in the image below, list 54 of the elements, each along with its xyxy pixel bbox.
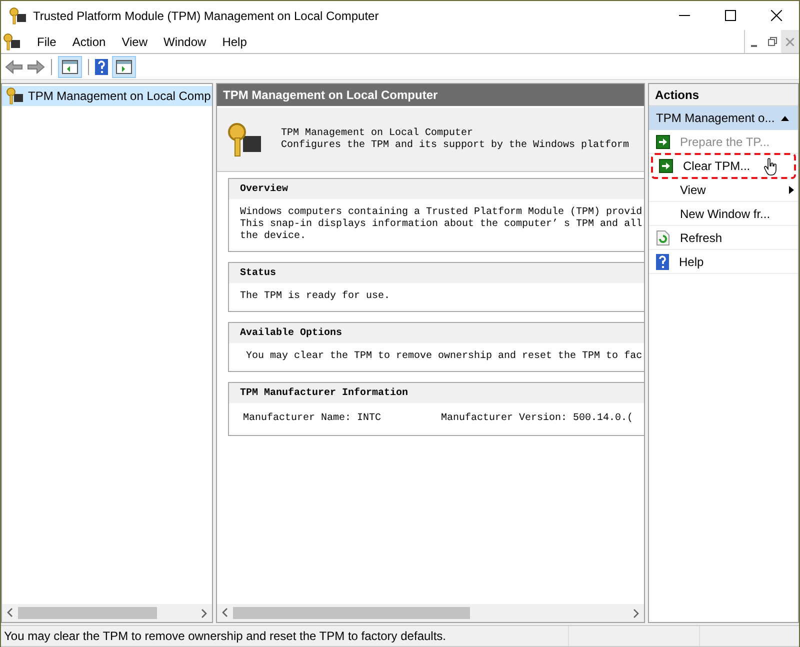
scroll-right-icon[interactable]: [201, 609, 207, 618]
show-tree-button[interactable]: [58, 56, 82, 78]
status-text: You may clear the TPM to remove ownership and reset the TPM to factory defaults.: [3, 628, 447, 645]
scroll-left-icon[interactable]: [7, 608, 13, 618]
arrow-square-icon: [656, 134, 670, 148]
collapse-icon[interactable]: [780, 116, 789, 120]
horizontal-scrollbar[interactable]: [2, 604, 212, 622]
section-text: Windows computers containing a Trusted Platform Module (TPM) provid: [240, 207, 644, 218]
menu-item[interactable]: Window: [156, 32, 214, 50]
key-chip-icon: [227, 122, 263, 158]
section-title: Status: [229, 263, 644, 283]
arrow-square-icon: [659, 158, 673, 172]
description-text: TPM Management on Local Computer: [281, 128, 474, 140]
section-text: the device.: [240, 231, 308, 243]
section-title: Available Options: [229, 323, 644, 343]
task-link[interactable]: Help: [649, 250, 798, 274]
scroll-left-icon[interactable]: [222, 608, 228, 618]
section-text: The TPM is ready for use.: [240, 291, 392, 303]
refresh-icon: [656, 230, 670, 246]
task-link[interactable]: Clear TPM...: [652, 154, 795, 178]
scroll-thumb[interactable]: [233, 607, 470, 619]
pane-icon: [116, 60, 132, 74]
menu-item[interactable]: View: [114, 32, 156, 50]
back-icon[interactable]: [5, 60, 23, 74]
help-icon[interactable]: [95, 58, 108, 74]
pane-header: TPM Management on Local Computer: [217, 84, 644, 106]
scroll-thumb[interactable]: [18, 607, 157, 619]
key-chip-icon: [6, 87, 24, 105]
task-link[interactable]: View: [649, 178, 798, 202]
tree-item[interactable]: TPM Management on Local Comp: [2, 86, 212, 106]
hand-cursor-icon: [764, 158, 778, 176]
forward-icon[interactable]: [27, 60, 45, 74]
section-title: Overview: [229, 179, 644, 199]
menu-app-icon: [3, 32, 21, 50]
menu-item[interactable]: Help: [214, 32, 255, 50]
task-link[interactable]: New Window fr...: [649, 202, 798, 226]
actions-title: Actions: [649, 84, 798, 106]
section-text: Manufacturer Version: 500.14.0.(: [441, 413, 634, 425]
section-text: Manufacturer Name: INTC: [243, 413, 382, 425]
window-title: Trusted Platform Module (TPM) Management on Local Computer: [33, 8, 379, 24]
section-text: This snap-in displays information about the computer’ s TPM and all: [240, 219, 644, 230]
menu-item[interactable]: Action: [64, 32, 114, 50]
section-title: TPM Manufacturer Information: [229, 383, 644, 403]
pane-icon: [62, 60, 78, 74]
action-group-header[interactable]: TPM Management o...: [649, 106, 798, 130]
section-text: You may clear the TPM to remove ownership and reset the TPM to fac: [245, 351, 644, 363]
description-text: Configures the TPM and its support by the Windows platform: [281, 140, 630, 152]
horizontal-scrollbar[interactable]: [217, 604, 644, 622]
show-action-pane-button[interactable]: [112, 56, 136, 78]
task-link[interactable]: Refresh: [649, 226, 798, 250]
help-icon: [656, 254, 669, 270]
menu-item[interactable]: File: [29, 32, 64, 50]
app-icon: [9, 6, 27, 24]
scroll-right-icon[interactable]: [633, 609, 639, 618]
